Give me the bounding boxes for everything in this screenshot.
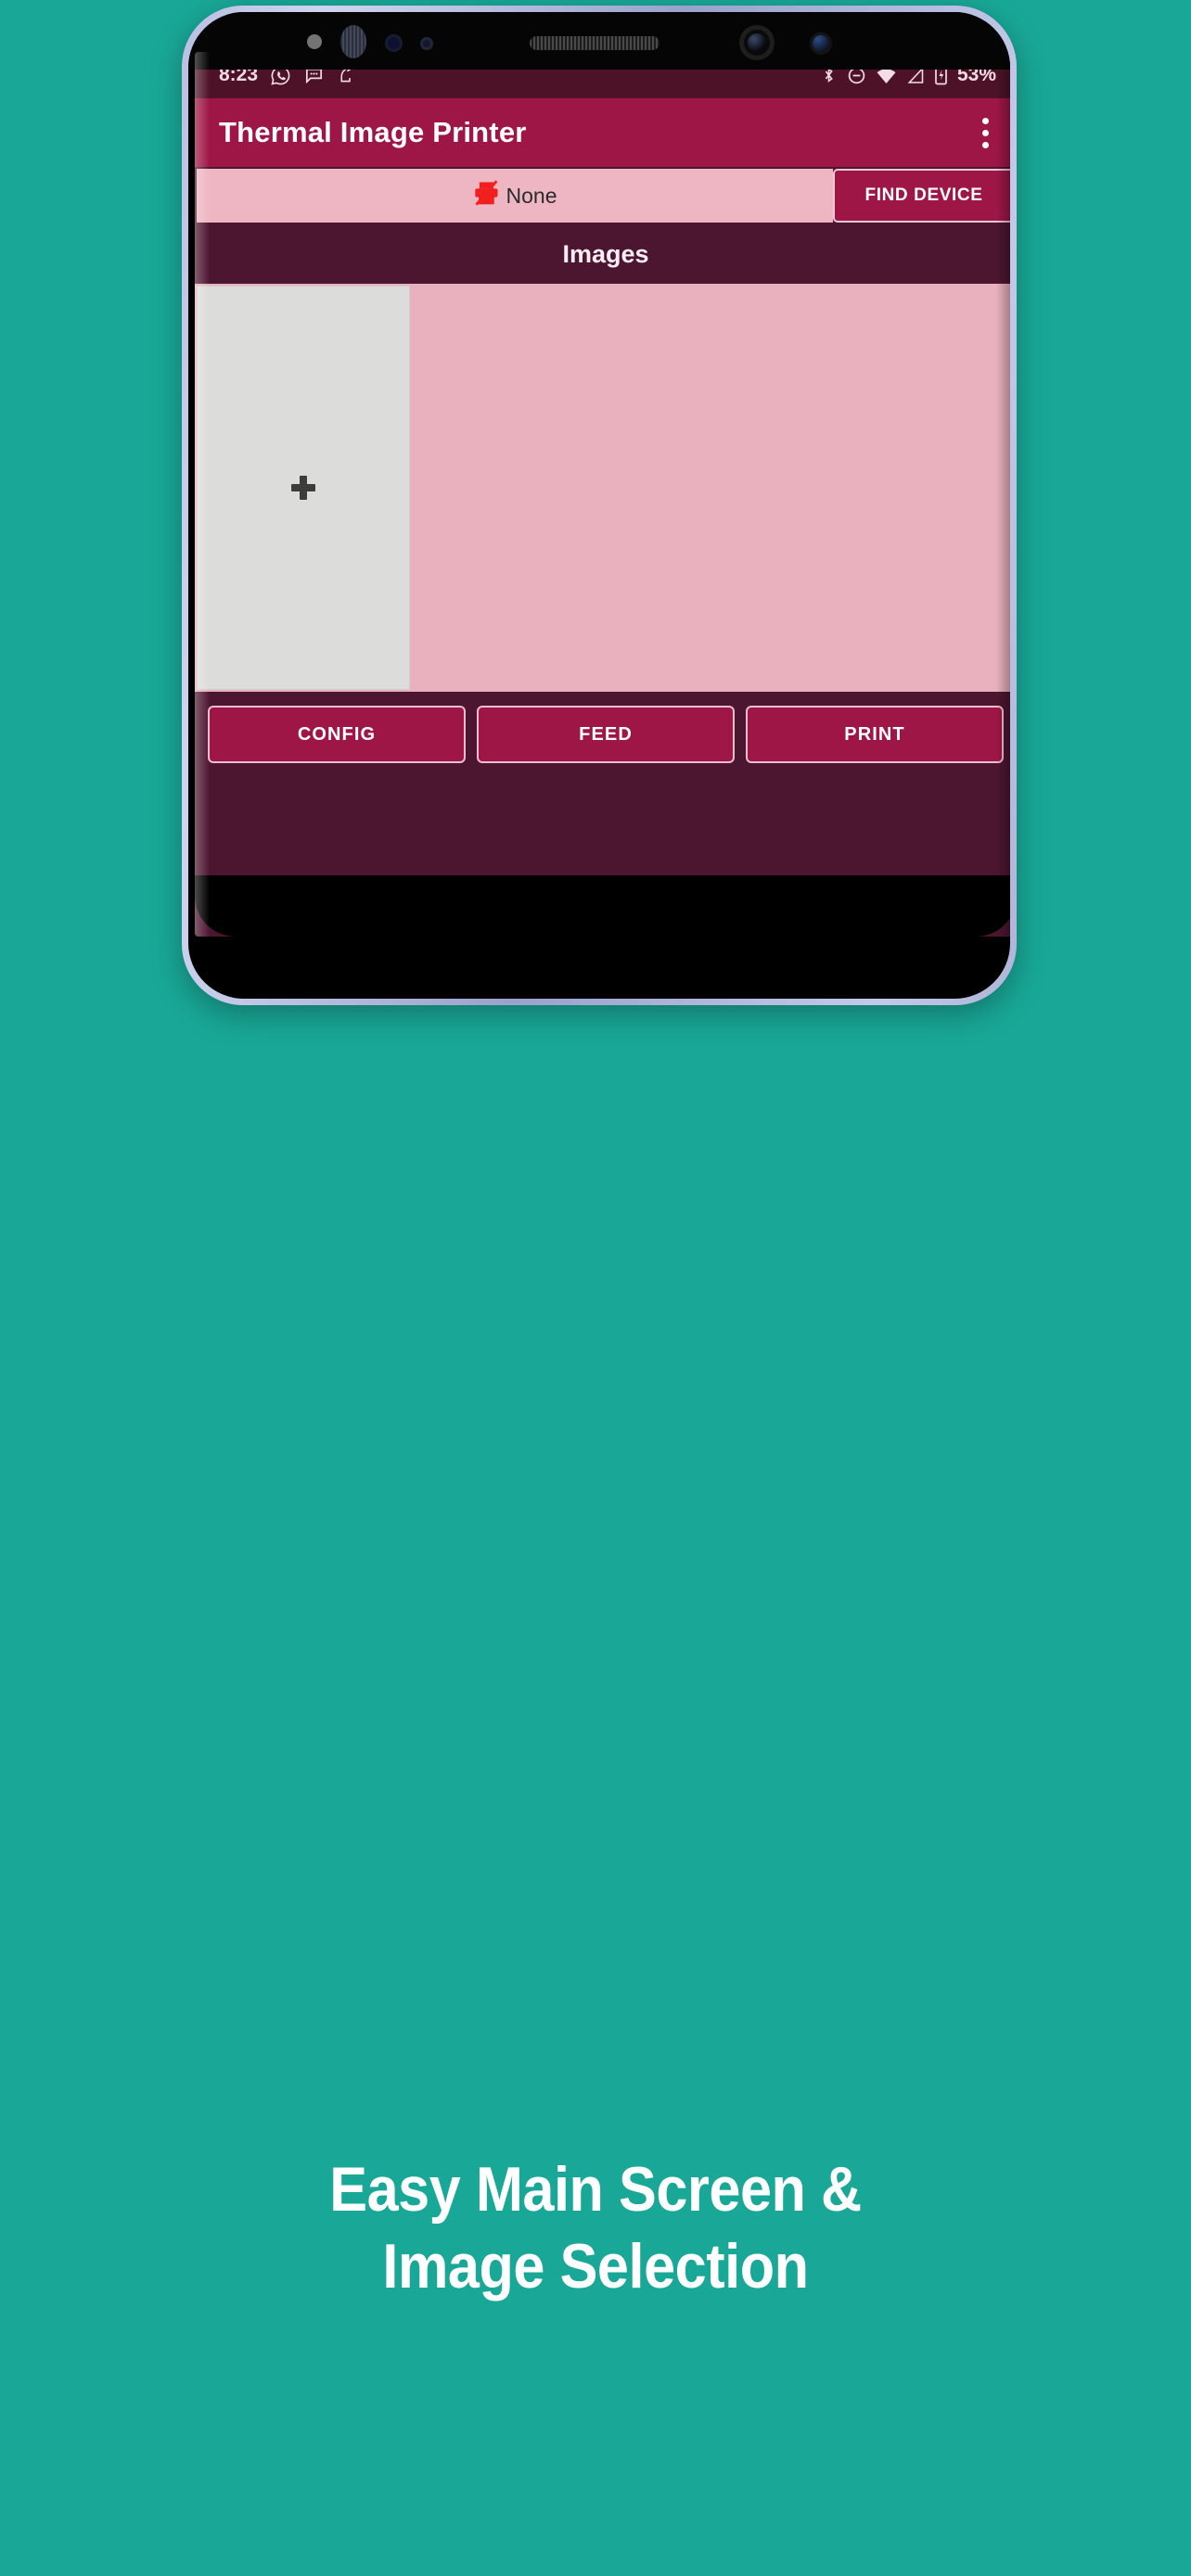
page-title: Thermal Image Printer xyxy=(219,116,527,148)
selected-device-chip[interactable]: None xyxy=(197,169,833,223)
feed-button[interactable]: FEED xyxy=(477,706,735,763)
screen-bottom-bezel xyxy=(195,875,1010,937)
secondary-camera-icon xyxy=(810,32,832,55)
earpiece-speaker-icon xyxy=(530,36,660,50)
app-bar: Thermal Image Printer xyxy=(195,98,1010,167)
find-device-button[interactable]: FIND DEVICE xyxy=(833,169,1010,223)
ambient-light-sensor-icon xyxy=(385,34,403,52)
images-section-header: Images xyxy=(195,224,1010,284)
plus-icon xyxy=(291,476,315,500)
promo-screenshot: 8:23 53% Thermal Image Printer None FIND… xyxy=(0,0,1191,2576)
phone-body: 8:23 53% Thermal Image Printer None FIND… xyxy=(188,12,1010,999)
caption-line-1: Easy Main Screen & xyxy=(329,2154,862,2225)
led-indicator-icon xyxy=(420,37,433,50)
phone-device-frame: 8:23 53% Thermal Image Printer None FIND… xyxy=(182,6,1017,1005)
caption-line-2: Image Selection xyxy=(382,2230,809,2302)
overflow-menu-icon[interactable] xyxy=(973,110,998,156)
front-camera-icon xyxy=(739,25,775,60)
add-image-tile[interactable] xyxy=(197,286,410,690)
action-button-row: CONFIG FEED PRINT xyxy=(195,692,1010,777)
print-button[interactable]: PRINT xyxy=(746,706,1004,763)
config-button[interactable]: CONFIG xyxy=(208,706,466,763)
printer-off-icon xyxy=(473,180,501,211)
phone-screen: 8:23 53% Thermal Image Printer None FIND… xyxy=(195,52,1010,937)
phone-top-bezel xyxy=(188,12,1010,70)
promo-caption: Easy Main Screen & Image Selection xyxy=(59,2151,1132,2305)
device-selection-row: None FIND DEVICE xyxy=(195,167,1010,224)
proximity-sensor-icon xyxy=(307,34,322,49)
selected-device-label: None xyxy=(506,183,557,208)
images-gallery-panel xyxy=(195,284,1010,692)
iris-scanner-icon xyxy=(340,25,366,58)
